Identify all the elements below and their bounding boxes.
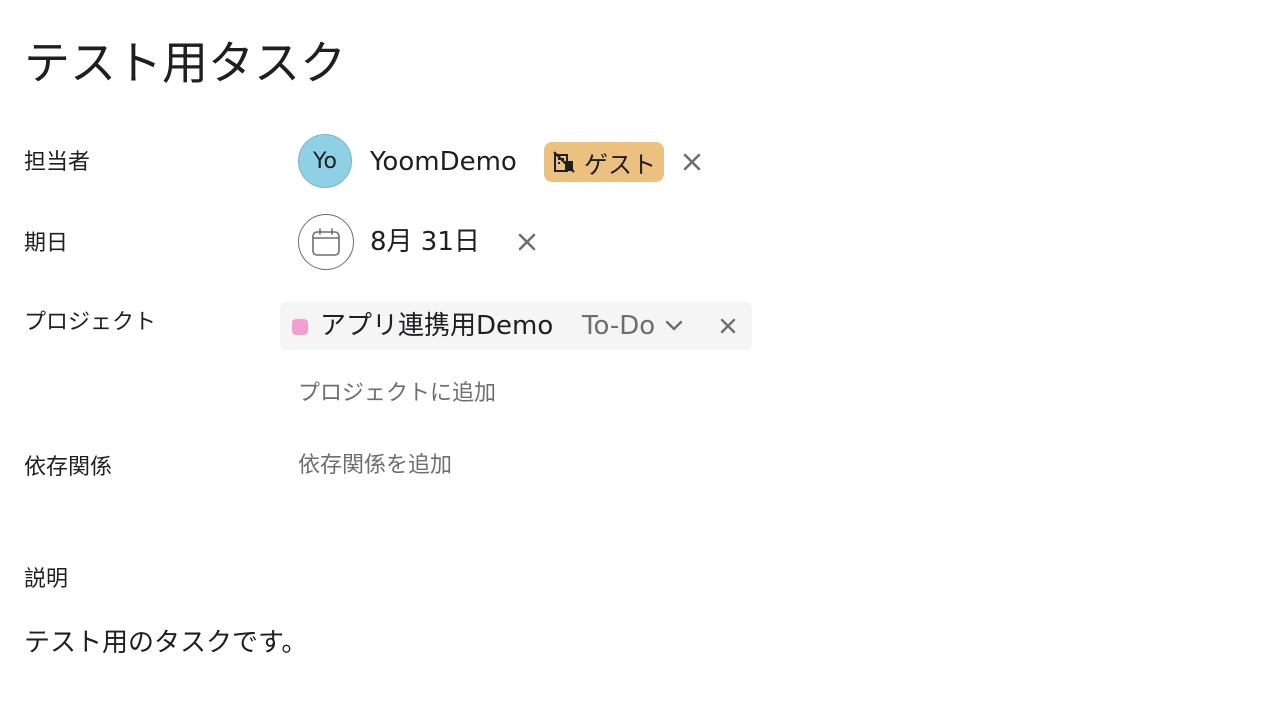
project-chip[interactable]: アプリ連携用Demo To-Do <box>280 302 752 350</box>
project-color-dot <box>292 319 308 335</box>
due-date-value[interactable]: 8月 31日 <box>370 225 480 259</box>
close-icon <box>720 318 736 334</box>
add-to-project-link[interactable]: プロジェクトに追加 <box>298 378 496 410</box>
avatar-initials: Yo <box>313 148 337 174</box>
assignee-name[interactable]: YoomDemo <box>370 145 517 179</box>
avatar[interactable]: Yo <box>298 134 352 188</box>
due-date-picker-button[interactable] <box>298 214 354 270</box>
task-title[interactable]: テスト用タスク <box>24 30 346 96</box>
close-icon <box>683 153 701 171</box>
remove-due-date-button[interactable] <box>513 228 541 256</box>
guest-badge: ゲスト <box>544 142 664 182</box>
add-dependency-link[interactable]: 依存関係を追加 <box>298 450 452 482</box>
project-label: プロジェクト <box>24 310 157 335</box>
calendar-icon <box>312 228 340 256</box>
task-detail-pane: テスト用タスク 担当者 Yo YoomDemo ゲスト 期日 8月 31日 プロ… <box>0 0 1276 724</box>
description-text[interactable]: テスト用のタスクです。 <box>24 626 307 660</box>
guest-building-icon <box>552 149 578 175</box>
close-icon <box>518 233 536 251</box>
section-dropdown[interactable]: To-Do <box>582 309 683 343</box>
dependencies-label: 依存関係 <box>24 455 113 480</box>
description-label: 説明 <box>24 567 69 592</box>
section-name: To-Do <box>582 311 656 341</box>
chevron-down-icon <box>665 320 683 332</box>
assignee-label: 担当者 <box>24 150 91 175</box>
remove-assignee-button[interactable] <box>678 148 706 176</box>
due-date-label: 期日 <box>24 231 69 256</box>
guest-badge-label: ゲスト <box>584 150 656 179</box>
project-name[interactable]: アプリ連携用Demo <box>320 309 553 343</box>
remove-project-button[interactable] <box>714 312 742 340</box>
